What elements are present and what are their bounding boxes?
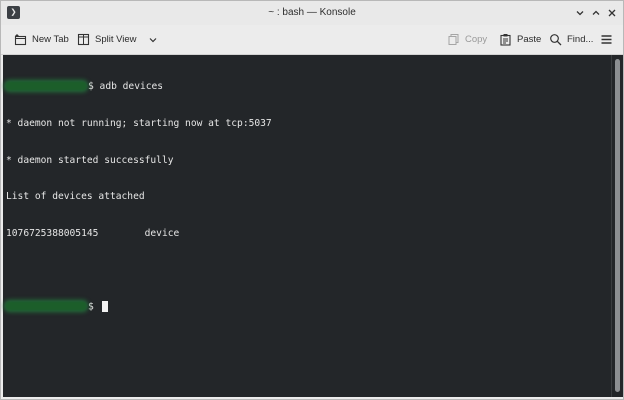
paste-label: Paste — [517, 34, 542, 45]
title-bar[interactable]: ❯ ~ : bash — Konsole — [1, 1, 623, 25]
terminal-line: List of devices attached — [6, 191, 145, 203]
find-button[interactable]: Find... — [548, 25, 593, 54]
split-view-button[interactable]: Split View — [76, 25, 160, 54]
chevron-down-icon[interactable] — [146, 33, 160, 47]
redacted-user-host — [6, 302, 86, 311]
copy-button[interactable]: Copy — [446, 25, 487, 54]
split-view-label: Split View — [95, 34, 137, 45]
new-tab-button[interactable]: New Tab — [13, 25, 69, 54]
copy-icon — [446, 33, 460, 47]
hamburger-menu-button[interactable] — [599, 25, 613, 54]
konsole-window: ❯ ~ : bash — Konsole New Tab Split View — [0, 0, 624, 400]
close-icon[interactable] — [604, 5, 620, 21]
text-cursor — [101, 300, 108, 312]
vertical-scrollbar[interactable] — [611, 55, 623, 397]
toolbar: New Tab Split View Copy Paste Find... — [1, 25, 623, 55]
search-icon — [548, 33, 562, 47]
paste-button[interactable]: Paste — [498, 25, 541, 54]
window-title: ~ : bash — Konsole — [268, 7, 356, 18]
hamburger-menu-icon — [599, 33, 613, 47]
find-label: Find... — [567, 34, 594, 45]
terminal-line: 1076725388005145 device — [6, 227, 180, 239]
split-view-icon — [76, 33, 90, 47]
minimize-chevron-icon[interactable] — [572, 5, 588, 21]
terminal-line: * daemon not running; starting now at tc… — [6, 118, 272, 129]
redacted-user-host — [6, 82, 86, 91]
terminal-line: * daemon started successfully — [6, 154, 174, 166]
new-tab-label: New Tab — [32, 34, 69, 45]
new-tab-icon — [13, 33, 27, 47]
maximize-chevron-icon[interactable] — [588, 5, 604, 21]
scrollbar-thumb[interactable] — [615, 59, 620, 392]
copy-label: Copy — [465, 34, 488, 45]
terminal-prompt-line: $ — [6, 300, 611, 313]
paste-icon — [498, 33, 512, 47]
terminal-output[interactable]: $ adb devices * daemon not running; star… — [3, 55, 611, 397]
terminal-line: $ adb devices — [6, 81, 611, 93]
prompt-symbol: $ — [88, 301, 100, 313]
